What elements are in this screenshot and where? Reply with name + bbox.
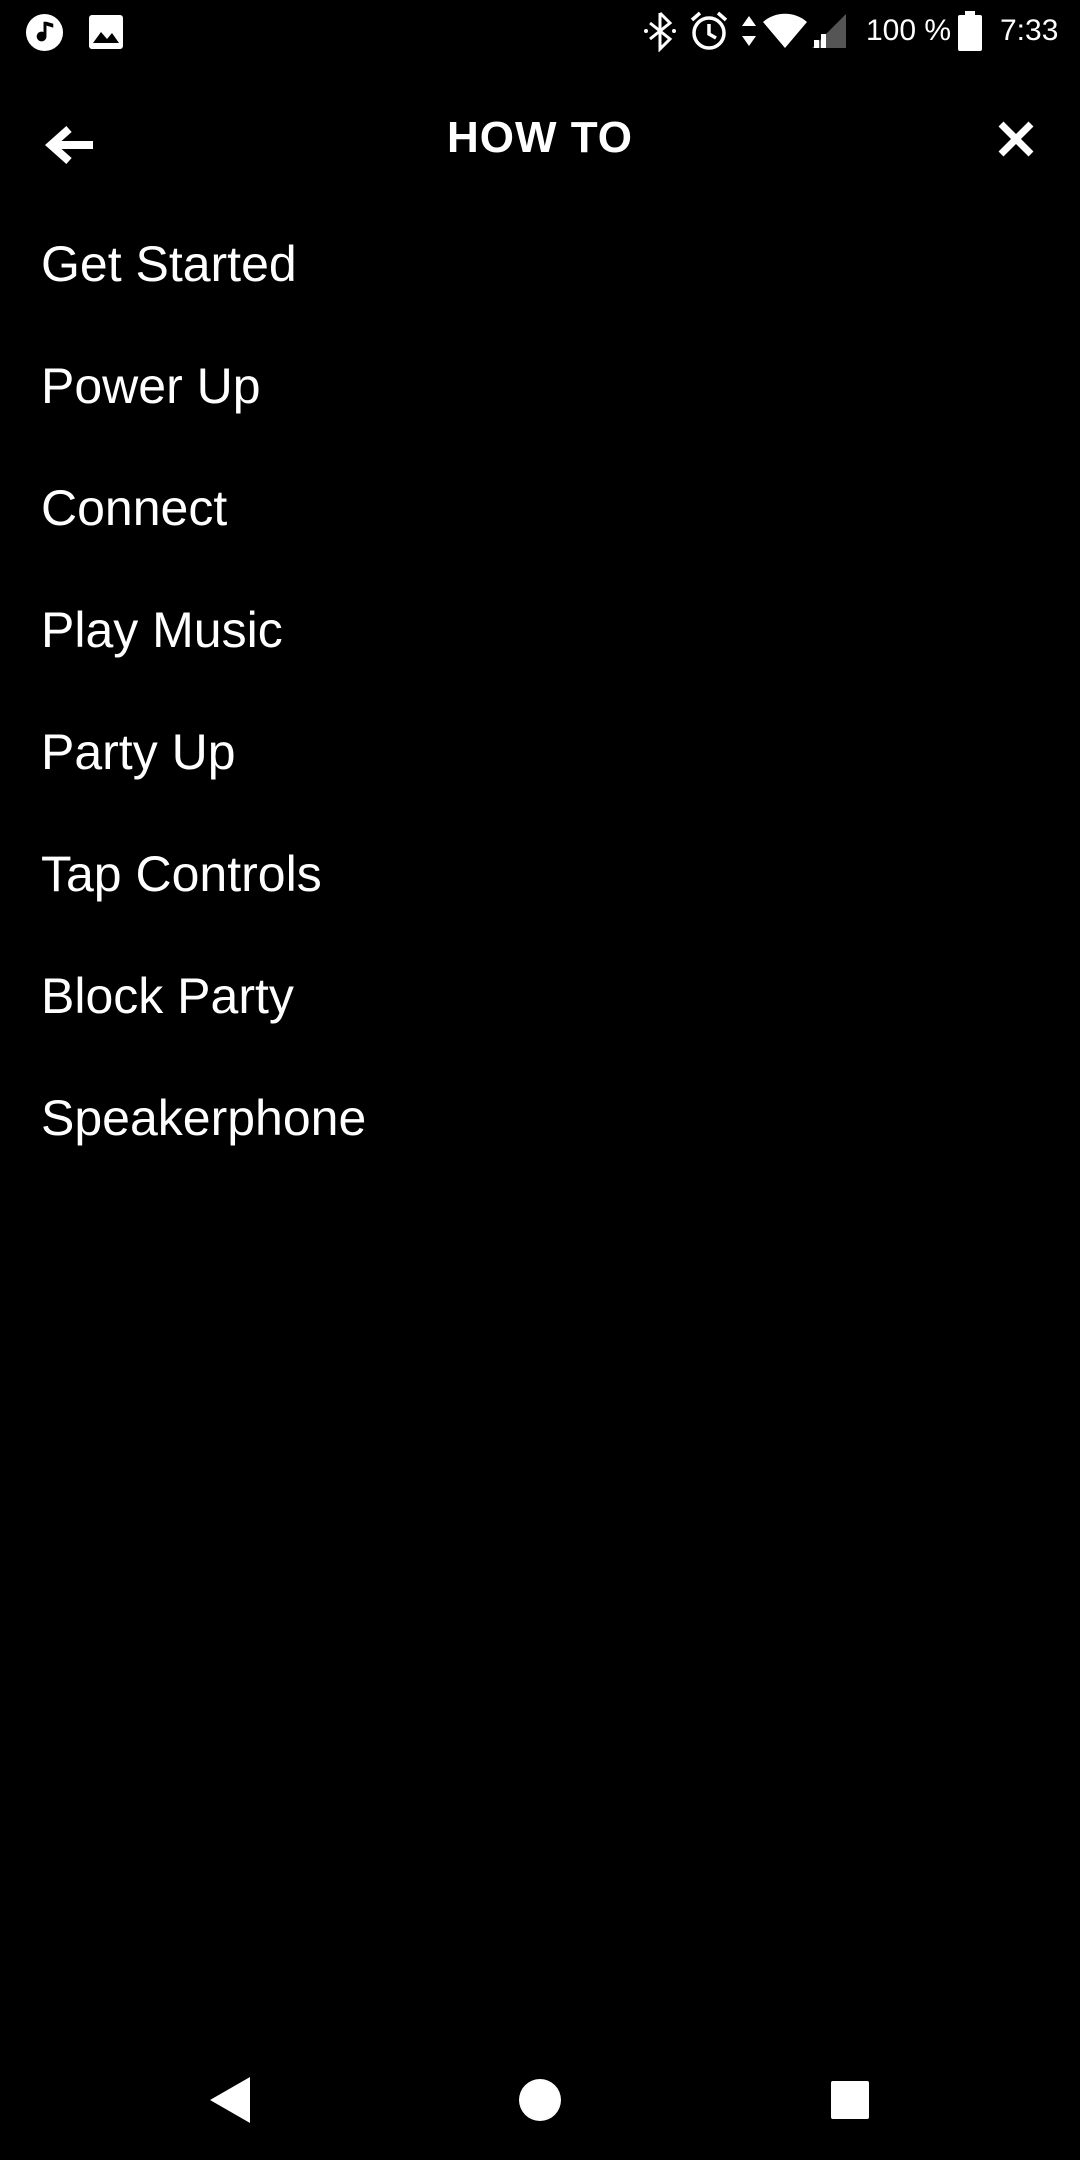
- menu-item-speakerphone[interactable]: Speakerphone: [0, 1057, 1080, 1179]
- system-nav-bar: [0, 2040, 1080, 2160]
- clock: 7:33: [1000, 14, 1059, 47]
- menu-item-label: Play Music: [41, 602, 283, 658]
- nav-back-button[interactable]: [188, 2058, 272, 2142]
- menu-item-connect[interactable]: Connect: [0, 447, 1080, 569]
- nav-home-button[interactable]: [498, 2058, 582, 2142]
- wifi-icon: [763, 13, 807, 48]
- nav-recents-button[interactable]: [808, 2058, 892, 2142]
- menu-item-party-up[interactable]: Party Up: [0, 691, 1080, 813]
- menu-item-label: Get Started: [41, 236, 297, 292]
- how-to-menu: Get Started Power Up Connect Play Music …: [0, 203, 1080, 1179]
- menu-item-power-up[interactable]: Power Up: [0, 325, 1080, 447]
- cellular-signal-icon: [812, 14, 846, 48]
- page-title: HOW TO: [446, 113, 634, 162]
- menu-item-play-music[interactable]: Play Music: [0, 569, 1080, 691]
- alarm-icon: [690, 11, 728, 50]
- battery-percent: 100 %: [866, 14, 952, 47]
- close-icon: [998, 121, 1034, 157]
- menu-item-label: Block Party: [41, 968, 294, 1024]
- status-bar: 100 % 7:33: [0, 0, 1080, 63]
- menu-item-label: Power Up: [41, 358, 261, 414]
- menu-item-block-party[interactable]: Block Party: [0, 935, 1080, 1057]
- image-icon: [89, 15, 123, 49]
- menu-item-label: Speakerphone: [41, 1090, 367, 1146]
- menu-item-tap-controls[interactable]: Tap Controls: [0, 813, 1080, 935]
- nav-recents-icon: [831, 2081, 869, 2119]
- music-note-icon: [25, 13, 64, 52]
- menu-item-get-started[interactable]: Get Started: [0, 203, 1080, 325]
- nav-home-icon: [519, 2079, 561, 2121]
- close-button[interactable]: [974, 97, 1058, 181]
- data-arrows-icon: [742, 16, 756, 46]
- battery-icon: [958, 11, 982, 51]
- header: HOW TO: [0, 63, 1080, 203]
- menu-item-label: Connect: [41, 480, 228, 536]
- bluetooth-icon: [644, 11, 676, 52]
- menu-item-label: Party Up: [41, 724, 236, 780]
- menu-item-label: Tap Controls: [41, 846, 322, 902]
- nav-back-icon: [210, 2077, 250, 2123]
